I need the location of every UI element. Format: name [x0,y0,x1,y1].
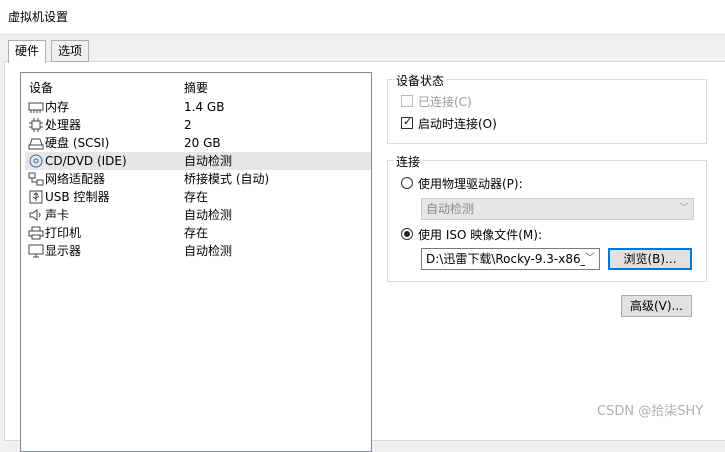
device-name: USB 控制器 [45,190,110,204]
device-summary: 存在 [184,226,209,240]
device-row-network-adapter[interactable]: 网络适配器 桥接模式 (自动) [25,170,371,188]
device-summary: 2 [184,118,192,132]
device-row-harddisk[interactable]: 硬盘 (SCSI) 20 GB [25,134,371,152]
chevron-down-icon: ﹀ [679,203,689,214]
radio-selected-dot [404,231,410,237]
device-name: 网络适配器 [45,172,106,186]
device-row-display[interactable]: 显示器 自动检测 [25,242,371,260]
memory-icon [28,102,44,113]
device-row-sound-card[interactable]: 声卡 自动检测 [25,206,371,224]
usb-icon [29,190,43,204]
device-list[interactable]: 设备 摘要 内存 1.4 GB 处理器 2 硬盘 (SCSI) 20 GB CD… [20,72,372,452]
device-name: CD/DVD (IDE) [45,154,127,168]
device-name: 处理器 [45,118,82,132]
device-name: 显示器 [45,244,82,258]
device-summary: 存在 [184,190,209,204]
speaker-icon [29,209,41,221]
device-status-group: 设备状态 [387,72,707,144]
harddisk-icon [28,138,44,150]
device-row-printer[interactable]: 打印机 存在 [25,224,371,242]
physical-drive-label: 使用物理驱动器(P): [418,177,523,191]
iso-path-value: D:\迅雷下载\Rocky-9.3-x86_ [426,252,587,266]
iso-path-combobox[interactable]: D:\迅雷下载\Rocky-9.3-x86_ ﹀ [421,248,600,270]
column-header-summary[interactable]: 摘要 [184,79,208,95]
connection-legend: 连接 [394,153,423,170]
device-row-memory[interactable]: 内存 1.4 GB [25,98,371,116]
device-summary: 自动检测 [184,208,233,222]
device-row-processor[interactable]: 处理器 2 [25,116,371,134]
device-summary: 自动检测 [184,244,233,258]
monitor-icon [28,244,44,258]
window-title: 虚拟机设置 [8,10,69,24]
device-summary: 20 GB [184,136,221,150]
device-summary: 自动检测 [184,154,233,168]
title-bar: 虚拟机设置 [0,0,725,35]
watermark: CSDN @拾柒SHY [597,404,704,419]
device-name: 声卡 [45,208,70,222]
cd-dvd-icon [29,154,43,168]
device-summary: 桥接模式 (自动) [184,172,270,186]
tab-options[interactable]: 选项 [51,40,90,62]
device-row-usb[interactable]: USB 控制器 存在 [25,188,371,206]
column-header-device[interactable]: 设备 [29,79,53,95]
device-summary: 1.4 GB [184,100,225,114]
device-name: 打印机 [45,226,82,240]
printer-icon [28,226,44,240]
iso-image-radio[interactable] [401,228,413,240]
advanced-button[interactable]: 高级(V)... [621,295,692,317]
processor-icon [29,118,43,132]
device-row-cd-dvd[interactable]: CD/DVD (IDE) 自动检测 [25,152,371,170]
network-adapter-icon [28,172,44,186]
connected-label: 已连接(C) [418,95,472,109]
device-status-legend: 设备状态 [394,72,447,89]
tab-hardware[interactable]: 硬件 [8,40,47,63]
connect-at-power-on-label: 启动时连接(O) [418,117,497,131]
physical-drive-radio[interactable] [401,177,413,189]
physical-drive-value: 自动检测 [426,202,475,216]
connect-at-power-on-checkbox[interactable]: ✓ [401,115,413,129]
iso-image-label: 使用 ISO 映像文件(M): [418,228,542,242]
device-name: 硬盘 (SCSI) [45,136,110,150]
browse-button[interactable]: 浏览(B)... [608,248,692,270]
physical-drive-select[interactable]: 自动检测 ﹀ [421,198,694,220]
chevron-down-icon: ﹀ [585,249,595,269]
checkmark-icon: ✓ [403,115,413,128]
connected-checkbox[interactable] [401,95,413,107]
device-name: 内存 [45,100,70,114]
